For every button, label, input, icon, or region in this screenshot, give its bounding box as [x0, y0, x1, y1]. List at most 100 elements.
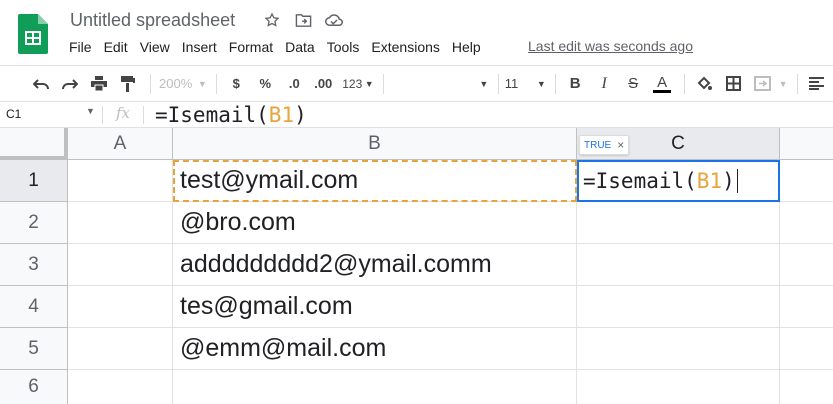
- cell-a1[interactable]: [68, 160, 173, 202]
- chevron-down-icon: ▼: [479, 78, 489, 89]
- column-header-a[interactable]: A: [68, 128, 173, 160]
- menu-edit[interactable]: Edit: [98, 37, 134, 57]
- fill-color-icon[interactable]: [691, 71, 717, 97]
- row-header-6[interactable]: 6: [0, 370, 68, 404]
- cell-d1[interactable]: [780, 160, 833, 202]
- paint-format-icon[interactable]: [115, 71, 141, 97]
- cell-c6[interactable]: [577, 370, 780, 404]
- toolbar-divider: [555, 73, 557, 94]
- formula-input[interactable]: =Isemail(B1): [155, 103, 307, 127]
- preview-value: TRUE: [584, 139, 612, 151]
- cell-b1[interactable]: test@ymail.com: [173, 160, 577, 202]
- toolbar-divider: [797, 73, 798, 94]
- name-box[interactable]: C1: [6, 107, 21, 121]
- cell-b5[interactable]: @emm@mail.com: [173, 328, 577, 370]
- cell-d2[interactable]: [780, 202, 833, 244]
- toolbar-divider: [497, 73, 499, 94]
- cell-a6[interactable]: [68, 370, 173, 404]
- menu-extensions[interactable]: Extensions: [365, 37, 445, 57]
- row-header-4[interactable]: 4: [0, 286, 68, 328]
- borders-icon[interactable]: [720, 71, 746, 97]
- menu-view[interactable]: View: [134, 37, 176, 57]
- chevron-down-icon: ▼: [197, 78, 207, 89]
- sheets-logo[interactable]: [18, 14, 48, 54]
- cloud-status-icon[interactable]: [325, 10, 343, 30]
- menu-format[interactable]: Format: [223, 37, 279, 57]
- cell-d6[interactable]: [780, 370, 833, 404]
- more-formats-button[interactable]: 123: [339, 71, 365, 97]
- italic-button[interactable]: I: [591, 71, 617, 97]
- zoom-select[interactable]: 200%: [157, 71, 194, 97]
- menu-help[interactable]: Help: [446, 37, 487, 57]
- star-icon[interactable]: [263, 10, 281, 30]
- cell-b2[interactable]: @bro.com: [173, 202, 577, 244]
- toolbar-divider: [216, 73, 218, 94]
- formula-bar: C1 ▼ fx =Isemail(B1): [0, 101, 833, 128]
- undo-icon[interactable]: [28, 71, 54, 97]
- cell-b6[interactable]: [173, 370, 577, 404]
- chevron-down-icon: ▼: [536, 78, 546, 89]
- align-left-icon[interactable]: [804, 71, 830, 97]
- increase-decimal-button[interactable]: .00: [310, 71, 336, 97]
- document-title[interactable]: Untitled spreadsheet: [70, 10, 235, 31]
- fx-icon: fx: [116, 104, 131, 122]
- row-header-1[interactable]: 1: [0, 160, 68, 202]
- percent-format-button[interactable]: %: [252, 71, 278, 97]
- cell-c5[interactable]: [577, 328, 780, 370]
- cell-c1-editor[interactable]: =Isemail(B1): [577, 160, 780, 202]
- chevron-down-icon: ▼: [778, 78, 788, 89]
- row-header-3[interactable]: 3: [0, 244, 68, 286]
- currency-format-button[interactable]: $: [223, 71, 249, 97]
- menu-tools[interactable]: Tools: [321, 37, 366, 57]
- formula-preview-chip[interactable]: TRUE ×: [579, 135, 630, 155]
- close-icon[interactable]: ×: [617, 138, 624, 152]
- redo-icon[interactable]: [57, 71, 83, 97]
- cell-c3[interactable]: [577, 244, 780, 286]
- text-color-label: A: [657, 73, 668, 91]
- text-color-button[interactable]: A: [649, 71, 675, 97]
- column-header-d[interactable]: [780, 128, 833, 160]
- text-caret: [736, 169, 738, 193]
- row-header-5[interactable]: 5: [0, 328, 68, 370]
- cell-a4[interactable]: [68, 286, 173, 328]
- toolbar: 200% ▼ $ % .0 .00 123 ▼ ▼ 11 ▼ B I S A ▼: [0, 65, 833, 101]
- cell-d4[interactable]: [780, 286, 833, 328]
- font-size-select[interactable]: 11: [505, 71, 534, 97]
- toolbar-divider: [150, 73, 151, 94]
- text-color-swatch: [653, 89, 672, 93]
- toolbar-divider: [383, 73, 385, 94]
- cell-d3[interactable]: [780, 244, 833, 286]
- menu-bar: File Edit View Insert Format Data Tools …: [63, 37, 487, 57]
- cell-a2[interactable]: [68, 202, 173, 244]
- decrease-decimal-button[interactable]: .0: [281, 71, 307, 97]
- formula-suffix: ): [294, 103, 307, 127]
- editor-formula-suffix: ): [722, 169, 735, 193]
- formula-bar-divider: [102, 106, 103, 124]
- cell-c2[interactable]: [577, 202, 780, 244]
- font-select[interactable]: [390, 71, 476, 97]
- cell-d5[interactable]: [780, 328, 833, 370]
- column-header-b[interactable]: B: [173, 128, 577, 160]
- editor-formula-prefix: =Isemail(: [583, 169, 697, 193]
- cell-a5[interactable]: [68, 328, 173, 370]
- chevron-down-icon[interactable]: ▼: [86, 106, 95, 116]
- cell-c4[interactable]: [577, 286, 780, 328]
- menu-insert[interactable]: Insert: [176, 37, 223, 57]
- spreadsheet-grid: A B C 1 2 3 4 5 6 test@ymail.com @bro.co…: [0, 128, 833, 404]
- last-edit-link[interactable]: Last edit was seconds ago: [528, 38, 693, 54]
- cell-b4[interactable]: tes@gmail.com: [173, 286, 577, 328]
- chevron-down-icon: ▼: [364, 78, 374, 89]
- editor-formula-ref: B1: [696, 169, 723, 193]
- row-header-2[interactable]: 2: [0, 202, 68, 244]
- cell-b3[interactable]: addddddddd2@ymail.comm: [173, 244, 577, 286]
- move-to-folder-icon[interactable]: [294, 10, 312, 30]
- formula-ref: B1: [268, 103, 295, 127]
- menu-data[interactable]: Data: [279, 37, 321, 57]
- print-icon[interactable]: [86, 71, 112, 97]
- strikethrough-button[interactable]: S: [620, 71, 646, 97]
- menu-file[interactable]: File: [63, 37, 98, 57]
- merge-cells-icon[interactable]: [749, 71, 775, 97]
- bold-button[interactable]: B: [562, 71, 588, 97]
- cell-a3[interactable]: [68, 244, 173, 286]
- select-all-corner[interactable]: [0, 128, 68, 160]
